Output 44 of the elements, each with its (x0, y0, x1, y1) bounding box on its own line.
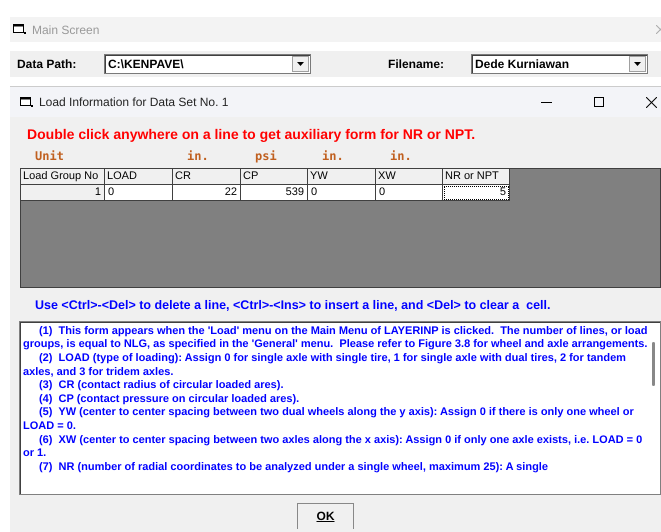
unit-text: psi (254, 149, 277, 163)
scrollbar-thumb[interactable] (652, 342, 655, 386)
help-paragraph: (4) CP (contact pressure on circular loaded ares). (38, 392, 300, 406)
table-cell[interactable]: 0 (308, 185, 376, 201)
column-header: XW (376, 169, 443, 185)
help-paragraph: (6) XW (center to center spacing between two axles along the x axis): Assign 0 if only one axle exists, i.e. LOAD = 0 or 1. (23, 434, 644, 461)
window-icon (20, 96, 33, 108)
close-icon[interactable] (646, 96, 657, 108)
caret-icon (634, 62, 641, 66)
unit-label: Unit (34, 149, 64, 163)
filename-dropdown[interactable]: Dede Kurniawan (471, 54, 648, 74)
table-cell[interactable]: 0 (376, 185, 443, 201)
unit-text: in. (389, 149, 412, 163)
table-cell[interactable]: 5 (443, 185, 510, 201)
column-header: CR (173, 169, 241, 185)
column-header: YW (308, 169, 376, 185)
keyboard-hint: Use <Ctrl>-<Del> to delete a line, <Ctrl>-<Ins> to insert a line, and <Del> to clear a cell. (34, 297, 552, 314)
instruction-text: Double click anywhere on a line to get auxiliary form for NR or NPT. (26, 125, 476, 144)
table-cell[interactable]: 22 (173, 185, 241, 201)
maximize-icon[interactable] (594, 97, 604, 107)
window-icon (13, 24, 26, 35)
filename-label: Filename: (388, 56, 446, 73)
column-header: NR or NPT (443, 169, 510, 185)
dropdown-button[interactable] (292, 56, 309, 72)
unit-text: in. (321, 149, 344, 163)
table-cell[interactable]: 539 (241, 185, 308, 201)
dialog-title: Load Information for Data Set No. 1 (39, 94, 228, 111)
column-header: Load Group No (21, 169, 105, 185)
unit-text: in. (186, 149, 209, 163)
data-path-dropdown[interactable]: C:\KENPAVE\ (104, 54, 311, 74)
help-paragraph: (3) CR (contact radius of circular loaded ares). (38, 379, 285, 393)
help-paragraph: (1) This form appears when the 'Load' menu on the Main Menu of LAYERINP is clicked. The number of lines, or load groups, is equal to NLG, as specified in the 'General' menu. Please refer to Figure 3.8 for wheel and axle arrangements. (23, 324, 648, 352)
dropdown-button[interactable] (629, 56, 646, 72)
table-cell[interactable]: 0 (105, 185, 173, 201)
help-paragraph: (2) LOAD (type of loading): Assign 0 for single axle with single tire, 1 for single axle with dual tires, 2 for tandem axles, and 3 for tridem axles. (23, 352, 627, 380)
help-paragraph: (7) NR (number of radial coordinates to be analyzed under a single wheel, maximum 25): A single (38, 460, 549, 474)
ok-button[interactable]: OK (297, 502, 354, 529)
table-cell[interactable]: 1 (21, 185, 105, 201)
window-title: Main Screen (32, 22, 100, 38)
caret-icon (297, 62, 304, 66)
help-paragraph: (5) YW (center to center spacing between two dual wheels along the y axis): Assign 0 if there is only one wheel or LOAD = 0. (23, 406, 635, 434)
data-path-label: Data Path: (16, 56, 78, 73)
column-header: CP (241, 169, 308, 185)
column-header: LOAD (105, 169, 173, 185)
